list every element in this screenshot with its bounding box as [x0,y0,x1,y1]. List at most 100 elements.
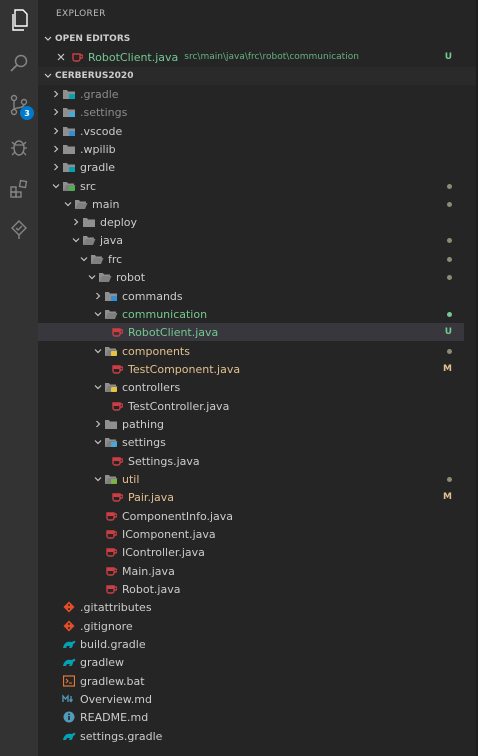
folder-tree-item[interactable]: commands [38,287,464,305]
java-file-icon [104,543,118,561]
folder-tree-item[interactable]: .wpilib [38,140,464,158]
workspace-header[interactable]: CERBERUS2020 [38,67,478,85]
folder-open-icon [90,250,104,268]
folder-tree-item[interactable]: main [38,195,464,213]
gradle-folder-icon [62,158,76,176]
folder-tree-item[interactable]: frc [38,250,464,268]
git-status [447,305,452,323]
chevron-down-icon [92,433,104,451]
workspace-label: CERBERUS2020 [55,71,134,81]
folder-tree-item[interactable]: src [38,177,464,195]
file-tree-item[interactable]: TestController.java [38,397,464,415]
folder-tree-item[interactable]: util [38,470,464,488]
open-editors-header[interactable]: OPEN EDITORS [38,30,478,48]
gradle-folder-icon [62,85,76,103]
chevron-down-icon [86,268,98,286]
file-tree-item[interactable]: TestComponent.java M [38,360,464,378]
chevron-right-icon [50,122,62,140]
explorer-title: EXPLORER [56,9,106,19]
folder-tree-item[interactable]: pathing [38,415,464,433]
java-file-icon [104,507,118,525]
vscode-folder-icon [62,122,76,140]
file-tree-item[interactable]: Main.java [38,562,464,580]
folder-tree-item[interactable]: .gradle [38,85,464,103]
file-tree-item[interactable]: Pair.java M [38,488,464,506]
search-icon[interactable] [0,48,38,78]
file-tree-item[interactable]: IComponent.java [38,525,464,543]
folder-tree-item[interactable]: deploy [38,213,464,231]
close-icon[interactable] [54,53,68,61]
extensions-icon[interactable] [0,174,38,204]
file-tree-item[interactable]: gradlew [38,653,464,671]
tree-item-label: IComponent.java [122,527,216,541]
file-tree-item[interactable]: .gitattributes [38,598,464,616]
git-change-dot-icon [447,311,452,317]
settings-folder-open-icon [104,433,118,451]
file-tree-item[interactable]: RobotClient.java U [38,323,464,341]
folder-open-icon [98,268,112,286]
java-file-icon [70,48,84,66]
folder-tree-item[interactable]: settings [38,433,464,451]
folder-tree-item[interactable]: communication [38,305,464,323]
tree-item-label: README.md [80,710,149,724]
folder-tree-item[interactable]: .vscode [38,122,464,140]
tree-item-label: communication [122,307,208,321]
folder-tree-item[interactable]: robot [38,268,464,286]
file-tree-item[interactable]: IController.java [38,543,464,561]
info-icon [62,708,76,726]
source-control-icon[interactable]: 3 [0,90,38,120]
file-tree-item[interactable]: Overview.md [38,690,464,708]
activity-bar: 3 [0,0,38,756]
tree-item-label: ComponentInfo.java [122,509,234,523]
tree-item-label: util [122,472,140,486]
file-tree-item[interactable]: README.md [38,708,464,726]
chevron-down-icon [50,177,62,195]
file-tree-item[interactable]: Settings.java [38,452,464,470]
folder-open-icon [74,195,88,213]
git-status: U [444,327,452,337]
debug-icon[interactable] [0,132,38,162]
gradle-icon [62,635,76,653]
tree-item-label: controllers [122,380,181,394]
tree-item-label: TestController.java [128,399,230,413]
tree-item-label: Pair.java [128,490,174,504]
remote-explorer-icon[interactable] [0,215,38,245]
folder-tree-item[interactable]: gradle [38,158,464,176]
git-change-dot-icon [447,476,452,482]
chevron-down-icon [92,342,104,360]
folder-tree-item[interactable]: java [38,231,464,249]
git-status [447,250,452,268]
file-tree-item[interactable]: gradlew.bat [38,672,464,690]
java-file-icon [110,488,124,506]
tree-item-label: robot [116,270,146,284]
commands-folder-icon [104,287,118,305]
java-file-icon [104,525,118,543]
file-tree-item[interactable]: .gitignore [38,617,464,635]
explorer-icon[interactable] [0,5,38,35]
file-tree-item[interactable]: Robot.java [38,580,464,598]
chevron-right-icon [50,140,62,158]
folder-tree-item[interactable]: components [38,342,464,360]
git-status: M [443,492,452,502]
folder-icon [104,415,118,433]
open-editor-item[interactable]: RobotClient.java src\main\java\frc\robot… [38,48,464,66]
file-tree-item[interactable]: build.gradle [38,635,464,653]
folder-tree-item[interactable]: controllers [38,378,464,396]
tree-item-label: deploy [100,215,138,229]
java-file-icon [110,360,124,378]
git-status [447,268,452,286]
file-tree-item[interactable]: ComponentInfo.java [38,507,464,525]
tree-item-label: .gitignore [80,619,133,633]
tree-item-label: Settings.java [128,454,200,468]
file-tree-item[interactable]: settings.gradle [38,727,464,745]
tree-item-label: java [100,233,124,247]
gradle-icon [62,727,76,745]
tree-item-label: IController.java [122,545,205,559]
folder-tree-item[interactable]: .settings [38,103,464,121]
tree-item-label: src [80,179,97,193]
